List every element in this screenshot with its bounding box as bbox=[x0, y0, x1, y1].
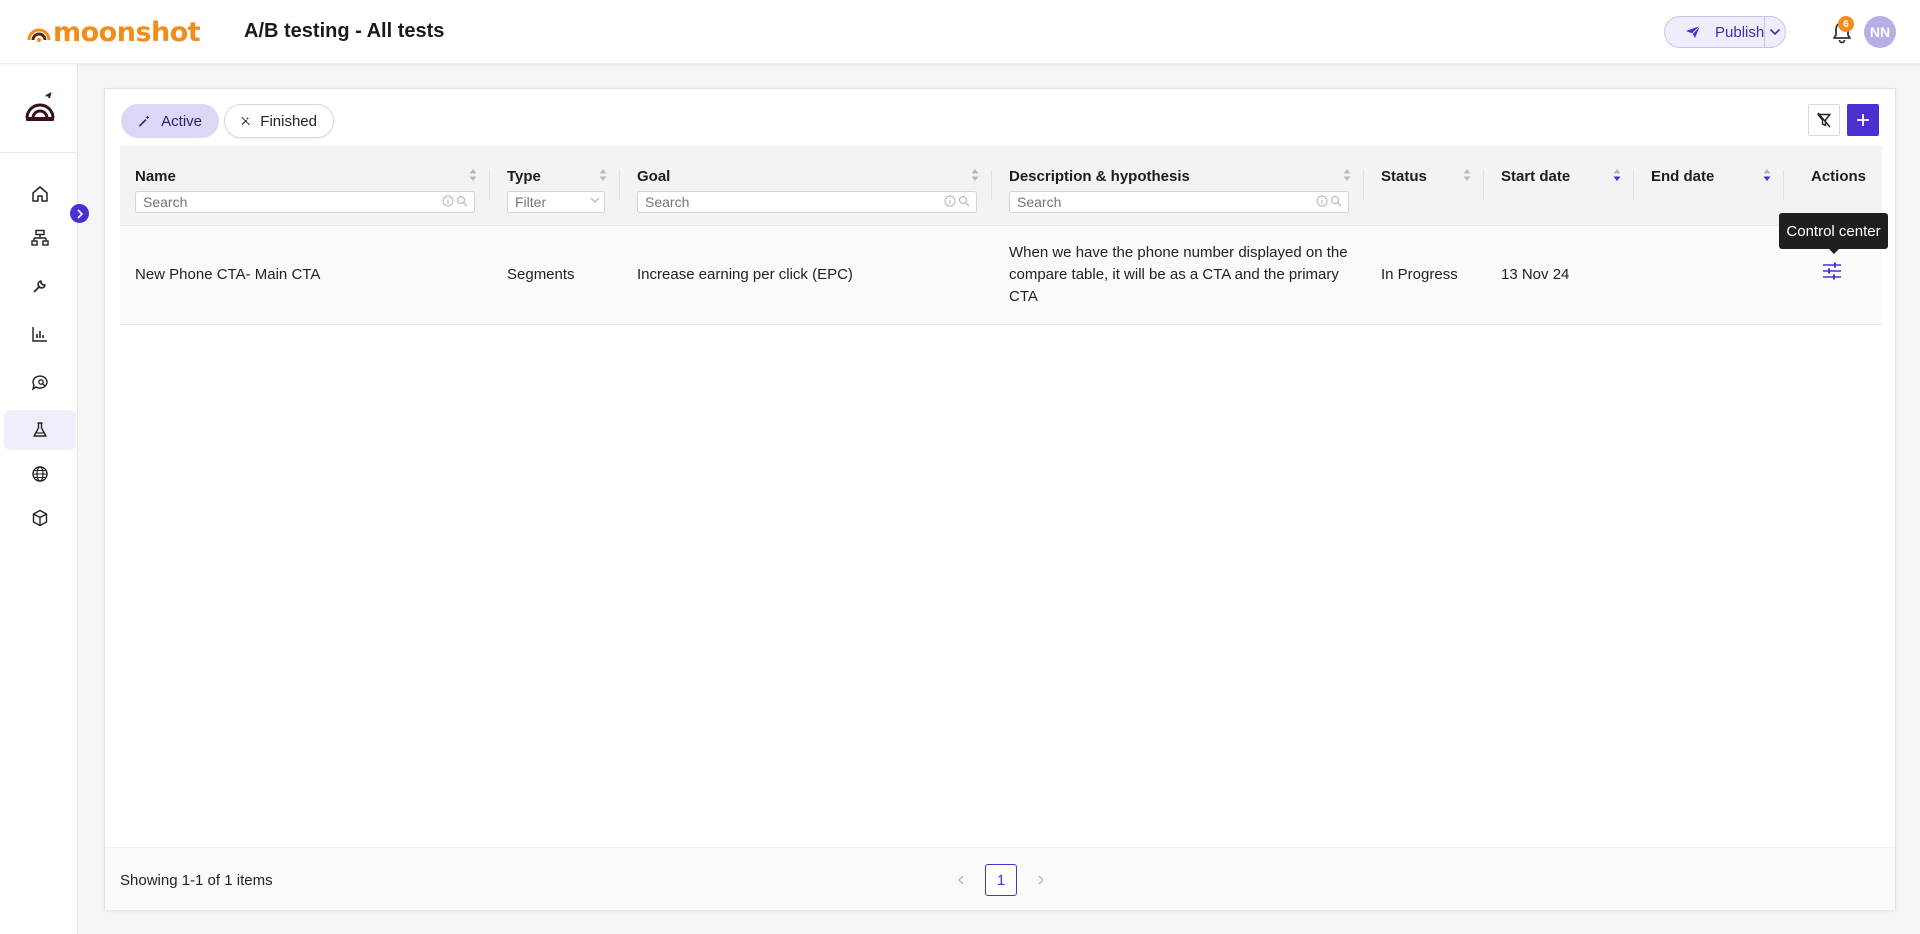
column-separator bbox=[1483, 170, 1484, 200]
description-search-input[interactable] bbox=[1009, 191, 1349, 213]
user-avatar[interactable]: NN bbox=[1864, 16, 1896, 48]
sidebar-item-home[interactable] bbox=[4, 174, 76, 214]
moonshot-logo[interactable]: moonshot bbox=[26, 16, 201, 48]
sort-icon[interactable] bbox=[598, 166, 608, 184]
table-row[interactable]: New Phone CTA- Main CTA Segments Increas… bbox=[120, 226, 1882, 325]
control-center-button[interactable] bbox=[1817, 256, 1847, 286]
sidebar-expand-button[interactable] bbox=[70, 204, 89, 223]
cell-description: When we have the phone number displayed … bbox=[1009, 244, 1348, 305]
filter-chip-active[interactable]: Active bbox=[121, 104, 219, 138]
sidebar-item-tools[interactable] bbox=[4, 266, 76, 306]
home-icon bbox=[32, 186, 48, 202]
column-header-status[interactable]: Status bbox=[1381, 168, 1427, 185]
type-filter-select[interactable] bbox=[507, 191, 605, 213]
sort-icon[interactable] bbox=[970, 166, 980, 184]
wrench-icon bbox=[33, 280, 46, 293]
filter-off-icon bbox=[1817, 112, 1831, 128]
column-separator bbox=[991, 170, 992, 200]
pagination-summary: Showing 1-1 of 1 items bbox=[120, 872, 273, 889]
filter-chip-finished-label: Finished bbox=[260, 112, 317, 130]
sort-icon[interactable] bbox=[1462, 166, 1472, 184]
chevron-left-icon bbox=[958, 875, 964, 885]
clear-filters-button[interactable] bbox=[1808, 104, 1840, 136]
column-header-start-date[interactable]: Start date bbox=[1501, 168, 1570, 185]
column-separator bbox=[619, 170, 620, 200]
sidebar bbox=[0, 64, 89, 934]
sidebar-item-websites[interactable] bbox=[4, 454, 76, 494]
filter-chip-finished[interactable]: Finished bbox=[224, 104, 334, 138]
table-footer: Showing 1-1 of 1 items 1 bbox=[105, 847, 1895, 910]
filter-chip-active-label: Active bbox=[161, 112, 202, 130]
publish-button-group: Publish bbox=[1664, 16, 1786, 48]
add-test-button[interactable] bbox=[1847, 104, 1879, 136]
column-header-goal[interactable]: Goal bbox=[637, 168, 670, 185]
chevron-right-icon bbox=[1038, 875, 1044, 885]
cube-icon bbox=[32, 509, 48, 527]
pagination-prev-button[interactable] bbox=[949, 868, 973, 892]
pagination-next-button[interactable] bbox=[1029, 868, 1053, 892]
sliders-icon bbox=[1823, 262, 1841, 280]
cell-start-date: 13 Nov 24 bbox=[1501, 266, 1570, 283]
column-header-name[interactable]: Name bbox=[135, 168, 176, 185]
column-separator bbox=[1633, 170, 1634, 200]
sidebar-item-ab-testing[interactable] bbox=[4, 410, 76, 450]
app-mark-icon[interactable] bbox=[24, 92, 56, 124]
sort-icon[interactable] bbox=[468, 166, 478, 184]
pagination-page-1[interactable]: 1 bbox=[985, 864, 1017, 896]
chat-search-icon bbox=[31, 375, 48, 391]
chevron-right-icon bbox=[76, 208, 83, 219]
logo-text: moonshot bbox=[53, 16, 201, 48]
tests-card: Active Finished Name Type bbox=[104, 88, 1896, 910]
cell-name: New Phone CTA- Main CTA bbox=[135, 266, 321, 283]
name-search-input[interactable] bbox=[135, 191, 475, 213]
chevron-down-icon bbox=[1770, 28, 1781, 36]
sidebar-item-analytics[interactable] bbox=[4, 314, 76, 354]
publish-label: Publish bbox=[1715, 23, 1765, 41]
goal-search-input[interactable] bbox=[637, 191, 977, 213]
active-wand-icon bbox=[138, 115, 150, 127]
globe-icon bbox=[32, 466, 48, 482]
sitemap-icon bbox=[31, 229, 49, 246]
column-separator bbox=[489, 170, 490, 200]
sidebar-item-sitemap[interactable] bbox=[4, 218, 76, 258]
sort-descending-icon[interactable] bbox=[1762, 166, 1772, 184]
sidebar-item-search-messages[interactable] bbox=[4, 362, 76, 402]
moonshot-logo-icon bbox=[27, 28, 51, 42]
sidebar-divider bbox=[0, 152, 78, 153]
paper-plane-icon bbox=[1686, 25, 1701, 38]
column-header-type[interactable]: Type bbox=[507, 168, 541, 185]
page-title: A/B testing - All tests bbox=[244, 20, 445, 42]
column-separator bbox=[1783, 170, 1784, 200]
app-header: moonshot A/B testing - All tests Publish… bbox=[0, 0, 1920, 64]
sidebar-item-products[interactable] bbox=[4, 498, 76, 538]
finished-wand-icon bbox=[241, 116, 250, 126]
column-header-actions: Actions bbox=[1811, 168, 1867, 185]
column-header-description[interactable]: Description & hypothesis bbox=[1009, 168, 1190, 185]
publish-dropdown-button[interactable] bbox=[1765, 17, 1785, 47]
flask-icon bbox=[33, 422, 47, 437]
cell-goal: Increase earning per click (EPC) bbox=[637, 266, 853, 283]
tooltip-arrow bbox=[1828, 248, 1840, 254]
bar-chart-icon bbox=[32, 327, 47, 342]
publish-button[interactable]: Publish bbox=[1665, 17, 1766, 47]
notification-badge: 6 bbox=[1838, 16, 1854, 32]
sort-descending-icon[interactable] bbox=[1612, 166, 1622, 184]
column-separator bbox=[1363, 170, 1364, 200]
cell-status: In Progress bbox=[1381, 266, 1458, 283]
table-header: Name Type Goal Description & hypothesis bbox=[120, 146, 1882, 226]
plus-icon bbox=[1857, 114, 1869, 126]
cell-type: Segments bbox=[507, 266, 575, 283]
control-center-tooltip: Control center bbox=[1779, 213, 1888, 249]
column-header-end-date[interactable]: End date bbox=[1651, 168, 1714, 185]
sort-icon[interactable] bbox=[1342, 166, 1352, 184]
